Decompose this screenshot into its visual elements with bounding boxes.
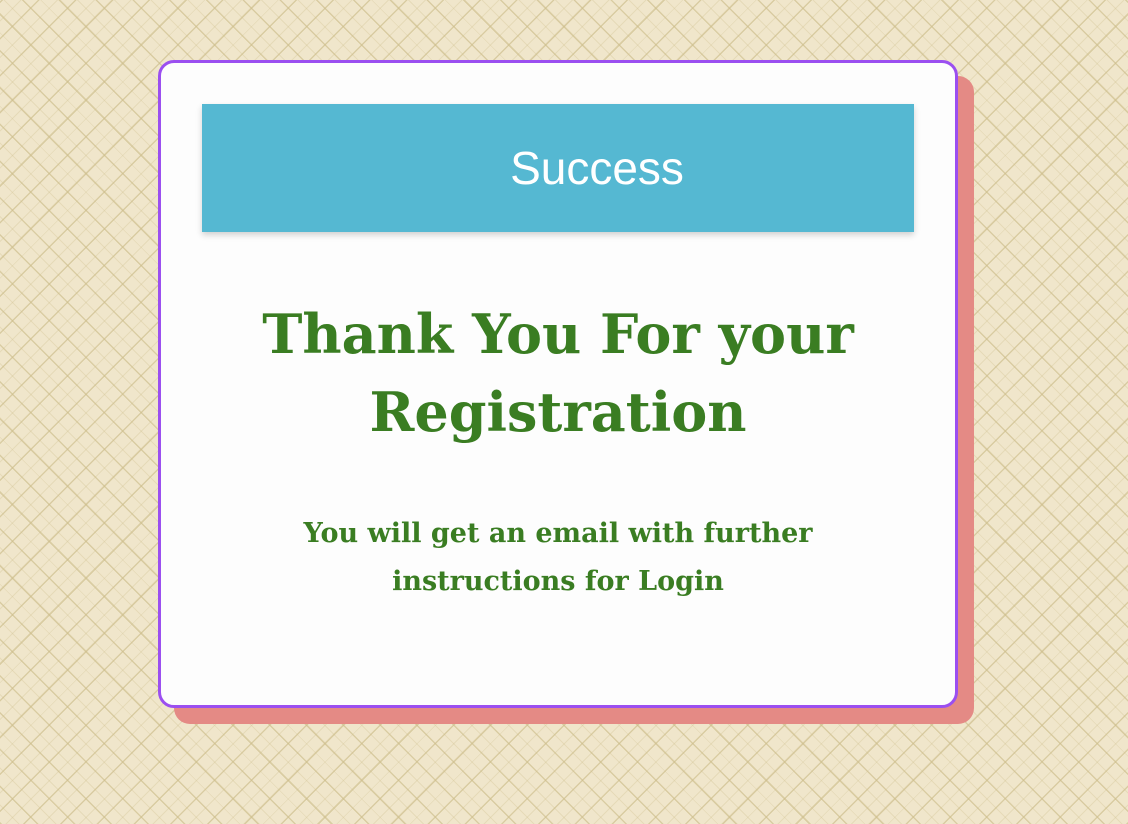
success-banner: Success [202,104,914,232]
success-card: Success Thank You For your Registration … [158,60,958,708]
thank-you-heading: Thank You For your Registration [262,302,854,444]
success-banner-label: Success [510,142,684,194]
email-instructions-text: You will get an email with further instr… [303,518,813,597]
